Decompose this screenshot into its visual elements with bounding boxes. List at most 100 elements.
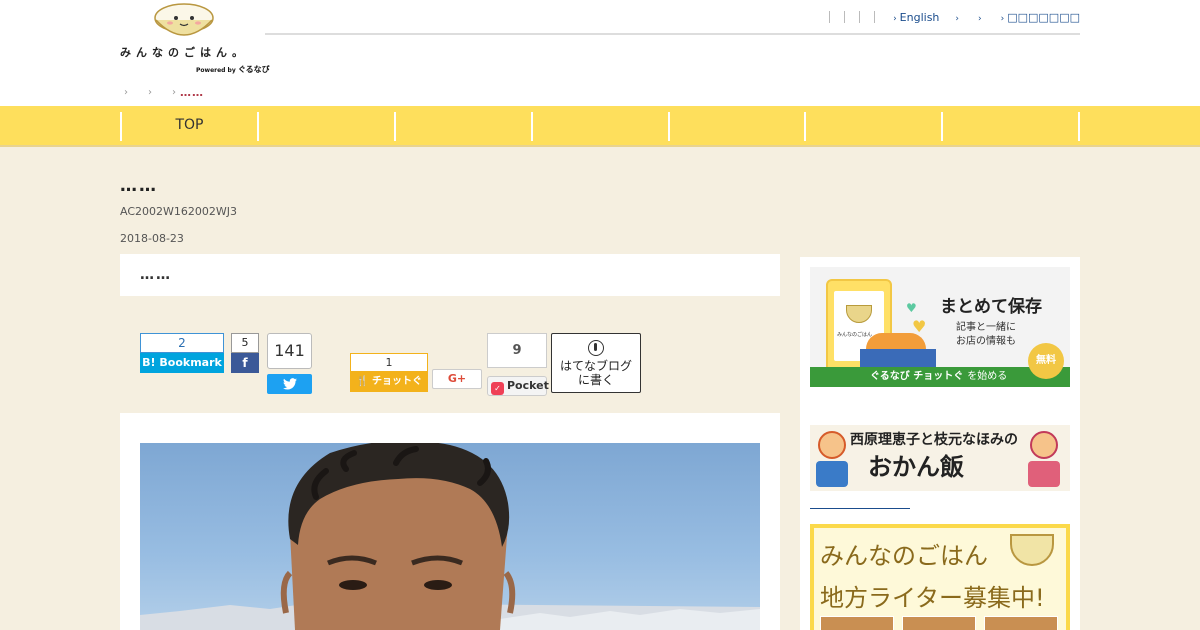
banner-subtitle-line2: お店の情報も bbox=[956, 336, 1016, 347]
chotto-share[interactable]: 1 🍴 チョットぐ bbox=[350, 353, 428, 392]
chotto-count: 1 bbox=[350, 353, 428, 372]
character-body bbox=[1028, 461, 1060, 487]
util-link-label: English bbox=[899, 10, 940, 24]
nav-item[interactable] bbox=[668, 112, 805, 141]
nav-item-top[interactable]: TOP bbox=[120, 112, 257, 141]
nav-item[interactable] bbox=[531, 112, 668, 141]
hatena-blog-button[interactable]: はてなブログ に書く bbox=[551, 333, 641, 393]
nav-item[interactable] bbox=[804, 112, 941, 141]
strip-brand: ぐるなび チョットぐ bbox=[870, 371, 964, 382]
heart-icon: ♥ bbox=[912, 317, 927, 336]
sidebar-link[interactable] bbox=[810, 508, 910, 509]
rice-bowl-icon bbox=[1010, 534, 1054, 566]
shop-illustration bbox=[860, 333, 936, 367]
pocket-label: Pocket bbox=[507, 379, 549, 392]
character-illustration bbox=[1030, 431, 1058, 459]
article-title: …… bbox=[120, 176, 158, 196]
article-heading: …… bbox=[140, 267, 172, 283]
chotto-label: チョットぐ bbox=[371, 376, 422, 387]
nav-item[interactable] bbox=[941, 112, 1078, 141]
hatena-blog-line2: に書く bbox=[577, 373, 614, 387]
food-thumbnails bbox=[820, 616, 1058, 630]
util-separator bbox=[874, 11, 876, 23]
banner-title: 西原理恵子と枝元なほみの bbox=[850, 432, 1018, 448]
rice-bowl-icon bbox=[846, 305, 872, 323]
hatena-bookmark-button[interactable]: B! Bookmark bbox=[140, 353, 224, 373]
pocket-share[interactable]: 9 ✓ Pocket bbox=[487, 333, 549, 396]
okan-meshi-banner[interactable]: 西原理恵子と枝元なほみの おかん飯 bbox=[810, 425, 1070, 491]
shop-wall bbox=[860, 349, 936, 367]
article-body bbox=[120, 413, 780, 630]
article-date: 2018-08-23 bbox=[120, 232, 184, 245]
chevron-right-icon: › bbox=[893, 13, 897, 24]
util-separator bbox=[859, 11, 861, 23]
breadcrumb-current: …… bbox=[180, 85, 204, 99]
facebook-icon[interactable]: f bbox=[231, 353, 259, 373]
header-divider bbox=[265, 33, 1080, 35]
chevron-right-icon: › bbox=[978, 13, 982, 24]
hatena-count: 2 bbox=[140, 333, 224, 353]
article-heading-box: …… bbox=[120, 254, 780, 296]
banner-subtitle-line1: 記事と一緒に bbox=[956, 322, 1016, 333]
hatena-blog-line1: はてなブログ bbox=[559, 359, 632, 373]
powered-by-brand: ぐるなび bbox=[237, 65, 270, 74]
logo-powered-by: Powered by ぐるなび bbox=[196, 64, 270, 75]
util-link-english[interactable]: › English bbox=[893, 11, 939, 24]
site-header: みんなのごはん。 Powered by ぐるなび › English › › › □… bbox=[0, 0, 1200, 106]
twitter-count: 141 bbox=[267, 333, 312, 369]
chevron-right-icon: › bbox=[172, 86, 176, 98]
fork-spoon-icon: 🍴 bbox=[356, 376, 369, 387]
google-plus-button[interactable]: G+ bbox=[432, 369, 482, 389]
hatena-blog-icon bbox=[588, 340, 604, 356]
pocket-button[interactable]: ✓ Pocket bbox=[487, 376, 549, 396]
twitter-bird-icon bbox=[282, 378, 297, 390]
twitter-share[interactable]: 141 bbox=[267, 333, 312, 394]
pocket-icon: ✓ bbox=[491, 382, 504, 395]
util-link[interactable]: › □□□□□□□ bbox=[1001, 11, 1080, 24]
food-thumbnail bbox=[984, 616, 1058, 630]
banner-subtitle: 記事と一緒に お店の情報も bbox=[956, 321, 1016, 349]
portrait-illustration bbox=[140, 443, 760, 630]
sidebar: みんなのごはん ♥ ♥ まとめて保存 記事と一緒に お店の情報も ぐるなび チョ… bbox=[800, 257, 1080, 630]
util-link[interactable]: › bbox=[955, 11, 962, 24]
twitter-button[interactable] bbox=[267, 374, 312, 394]
facebook-count: 5 bbox=[231, 333, 259, 353]
character-illustration bbox=[818, 431, 846, 459]
util-separator bbox=[844, 11, 846, 23]
character-body bbox=[816, 461, 848, 487]
site-logo[interactable]: みんなのごはん。 Powered by ぐるなび bbox=[120, 2, 270, 74]
util-link[interactable]: › bbox=[978, 11, 985, 24]
nav-divider bbox=[1078, 112, 1080, 141]
banner-title: みんなのごはん bbox=[820, 542, 988, 570]
facebook-share[interactable]: 5 f bbox=[231, 333, 259, 373]
hatena-bookmark-share[interactable]: 2 B! Bookmark bbox=[140, 333, 224, 373]
banner-title-main: 地方ライター募集中! bbox=[820, 584, 1045, 612]
banner-title: まとめて保存 bbox=[940, 297, 1042, 317]
logo-text: みんなのごはん。 bbox=[120, 46, 248, 59]
powered-by-label: Powered by bbox=[196, 67, 236, 74]
chevron-right-icon: › bbox=[955, 13, 960, 24]
hatena-blog-label: はてなブログ に書く bbox=[552, 359, 640, 387]
breadcrumb: › › › …… bbox=[124, 84, 204, 100]
nav-item[interactable] bbox=[394, 112, 531, 141]
chotto-button[interactable]: 🍴 チョットぐ bbox=[350, 372, 428, 392]
pocket-count: 9 bbox=[487, 333, 547, 368]
nav-item[interactable] bbox=[257, 112, 394, 141]
strip-action: を始める bbox=[967, 371, 1008, 382]
chevron-right-icon: › bbox=[1000, 13, 1005, 24]
writer-recruit-banner[interactable]: みんなのごはん 地方ライター募集中! bbox=[810, 524, 1070, 630]
rice-bowl-icon bbox=[154, 3, 214, 36]
global-nav: TOP bbox=[0, 106, 1200, 147]
banner-title-main: おかん飯 bbox=[868, 453, 964, 481]
chevron-right-icon[interactable]: › bbox=[124, 87, 128, 98]
utility-nav: › English › › › □□□□□□□ bbox=[829, 9, 1080, 25]
util-link-label: □□□□□□□ bbox=[1007, 10, 1080, 24]
article-code: AC2002W162002WJ3 bbox=[120, 205, 237, 218]
article-photo bbox=[140, 443, 760, 630]
chotto-promo-banner[interactable]: みんなのごはん ♥ ♥ まとめて保存 記事と一緒に お店の情報も ぐるなび チョ… bbox=[810, 267, 1070, 387]
util-separator bbox=[829, 11, 831, 23]
heart-icon: ♥ bbox=[906, 301, 917, 315]
food-thumbnail bbox=[902, 616, 976, 630]
food-thumbnail bbox=[820, 616, 894, 630]
chevron-right-icon[interactable]: › bbox=[148, 87, 152, 98]
